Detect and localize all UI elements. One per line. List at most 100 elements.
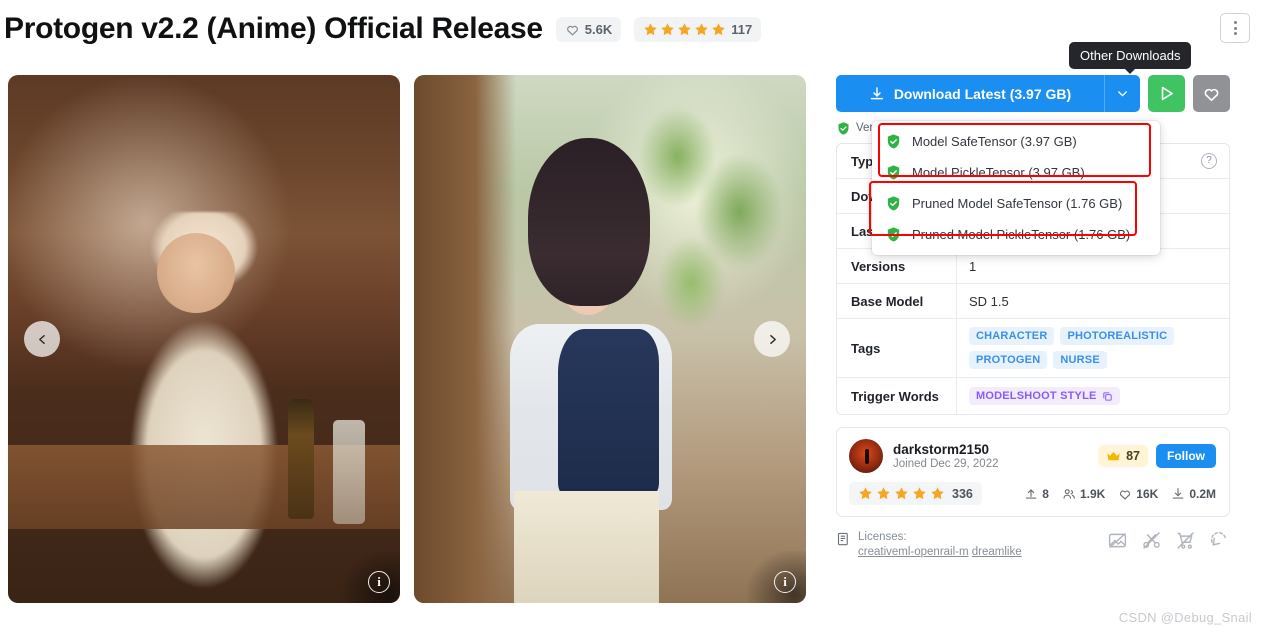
no-sell-icon [1177,532,1194,549]
no-remix-icon [1143,532,1160,549]
dropdown-item-pruned-safetensor[interactable]: Pruned Model SafeTensor (1.76 GB) [872,188,1160,219]
license-text: Licenses: creativeml-openrail-m dreamlik… [858,530,1022,560]
help-icon[interactable]: ? [1201,153,1217,169]
creator-header: darkstorm2150 Joined Dec 29, 2022 87 Fol… [849,439,1216,473]
license-links: creativeml-openrail-m dreamlike [858,545,1022,560]
gallery-image-2[interactable]: i [414,75,806,603]
creator-name[interactable]: darkstorm2150 [893,442,1098,457]
creator-card: darkstorm2150 Joined Dec 29, 2022 87 Fol… [836,427,1230,517]
creator-identity: darkstorm2150 Joined Dec 29, 2022 [893,442,1098,470]
tag-chip[interactable]: NURSE [1053,351,1107,369]
dropdown-item-label: Model SafeTensor (3.97 GB) [912,134,1077,149]
star-icon [712,22,725,35]
no-image-icon [1108,532,1127,549]
dropdown-item-model-pickletensor[interactable]: Model PickleTensor (3.97 GB) [872,157,1160,188]
row-label: Trigger Words [837,378,957,414]
star-icon [661,22,674,35]
row-value: SD 1.5 [969,293,1009,309]
table-row: Base Model SD 1.5 [837,284,1229,319]
gallery-prev-button[interactable] [24,321,60,357]
image-decor [514,491,660,603]
shield-check-icon [887,134,900,149]
star-icon [913,487,926,500]
dots-vertical-icon[interactable] [1220,13,1250,43]
tag-chip[interactable]: PHOTOREALISTIC [1060,327,1175,345]
dot [1233,21,1237,24]
chevron-right-icon [769,334,776,344]
license-link[interactable]: dreamlike [972,546,1022,558]
stat-downloads: 0.2M [1171,487,1216,501]
license-link[interactable]: creativeml-openrail-m [858,546,969,558]
star-icon [877,487,890,500]
model-detail-page: Protogen v2.2 (Anime) Official Release 5… [0,0,1280,632]
star-icon [695,22,708,35]
other-downloads-tooltip: Other Downloads [1069,42,1192,74]
copy-icon[interactable] [1102,391,1113,402]
shield-check-icon [887,196,900,211]
like-chip[interactable]: 5.6K [555,16,622,42]
chevron-down-icon [1118,91,1127,97]
download-icon [1173,487,1184,499]
crown-count: 87 [1126,449,1140,463]
image-decor [332,419,365,524]
trigger-word-chip[interactable]: MODELSHOOT STYLE [969,387,1120,405]
gallery-next-button[interactable] [754,321,790,357]
image-info-button[interactable]: i [368,571,390,593]
play-triangle-icon [1161,86,1173,101]
verified-label: Ver [856,122,874,134]
row-value: MODELSHOOT STYLE [957,378,1229,414]
shield-check-icon [887,165,900,180]
favorite-button[interactable] [1193,75,1230,112]
dropdown-item-model-safetensor[interactable]: Model SafeTensor (3.97 GB) [872,126,1160,157]
star-icon [931,487,944,500]
image-subject [492,138,712,603]
creator-stat-group: 8 1.9K 16K 0.2M [1024,487,1216,501]
download-options-button[interactable] [1104,75,1140,112]
tag-chip[interactable]: PROTOGEN [969,351,1048,369]
upload-icon [1026,488,1037,499]
stat-value: 16K [1136,486,1159,501]
stat-value: 8 [1042,486,1049,501]
image-gallery: i i [8,75,806,603]
row-label: Base Model [837,284,957,318]
dropdown-item-label: Model PickleTensor (3.97 GB) [912,165,1085,180]
follow-button[interactable]: Follow [1156,444,1216,468]
creator-rating: 336 [849,482,982,505]
image-info-button[interactable]: i [774,571,796,593]
table-row-tags: Tags CHARACTER PHOTOREALISTIC PROTOGEN N… [837,319,1229,378]
rating-chip[interactable]: 117 [634,16,762,42]
crown-rank-chip: 87 [1098,445,1148,467]
star-rating [643,22,726,37]
shield-check-icon [887,227,900,242]
crown-icon [1107,451,1120,460]
table-row-trigger-words: Trigger Words MODELSHOOT STYLE [837,378,1229,414]
image-decor [287,398,314,519]
download-latest-button[interactable]: Download Latest (3.97 GB) [836,75,1104,112]
license-doc-icon [837,532,848,546]
creator-joined-date: Joined Dec 29, 2022 [893,458,999,470]
tag-chip[interactable]: CHARACTER [969,327,1055,345]
share-alike-icon [1210,532,1226,546]
dot [1233,26,1237,30]
avatar[interactable] [849,439,883,473]
dropdown-item-label: Pruned Model PickleTensor (1.76 GB) [912,227,1131,242]
creator-rating-count: 336 [952,486,973,501]
license-label: Licenses: [858,531,907,543]
tag-list: CHARACTER PHOTOREALISTIC PROTOGEN NURSE [957,319,1229,377]
star-icon [859,487,872,500]
run-model-button[interactable] [1148,75,1185,112]
license-restriction-icons [1107,530,1230,551]
other-downloads-dropdown: Model SafeTensor (3.97 GB) Model PickleT… [872,121,1160,255]
star-icon [678,22,691,35]
heart-outline-icon [1204,88,1219,102]
stat-uploads: 8 [1024,487,1049,501]
stat-likes: 16K [1118,487,1158,501]
dropdown-item-pruned-pickletensor[interactable]: Pruned Model PickleTensor (1.76 GB) [872,219,1160,250]
gallery-image-1[interactable]: i [8,75,400,603]
star-icon [644,22,657,35]
shield-check-icon [838,121,849,135]
row-label: Tags [837,319,957,377]
license-row: Licenses: creativeml-openrail-m dreamlik… [836,530,1230,560]
download-icon [870,86,883,99]
users-icon [1063,488,1075,499]
